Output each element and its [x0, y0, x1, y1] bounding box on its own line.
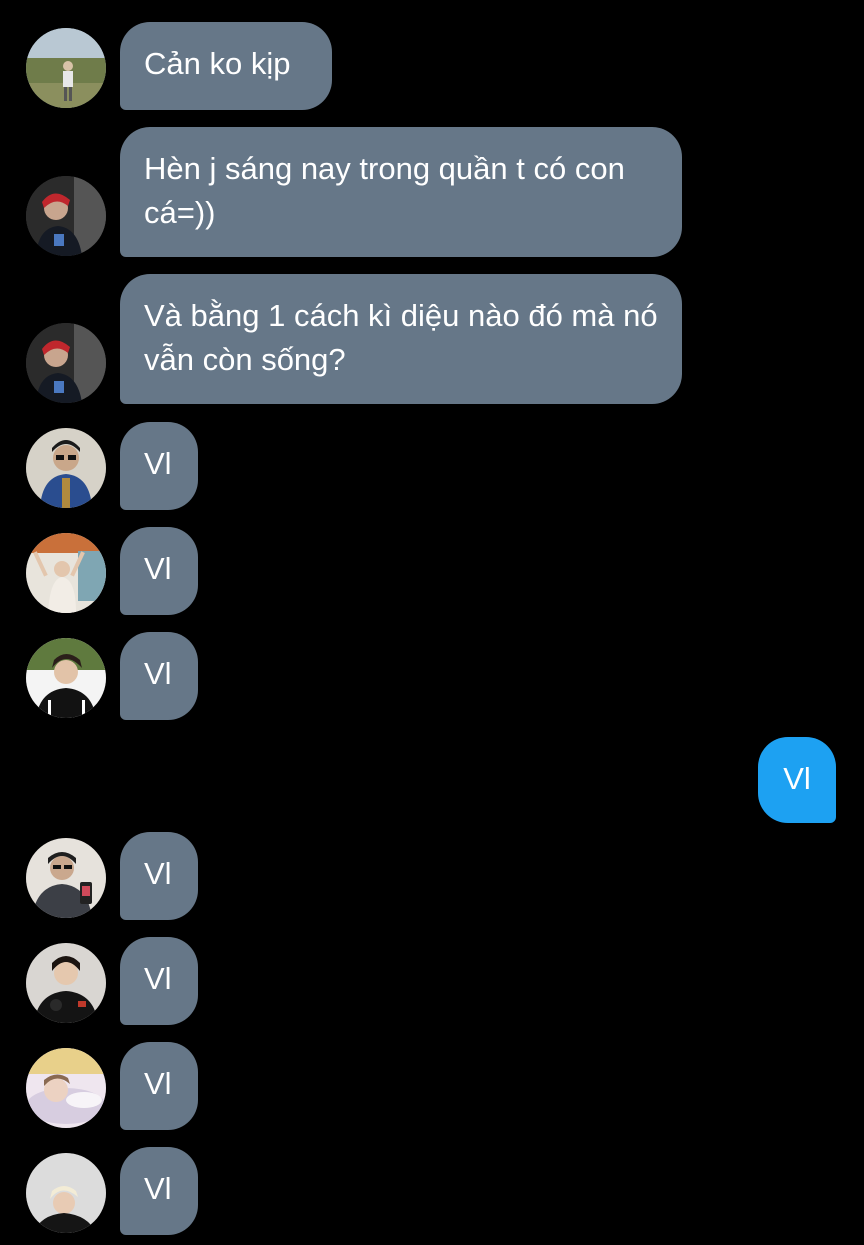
message-row: Vl: [0, 832, 864, 920]
message-bubble[interactable]: Vl: [120, 1042, 198, 1130]
user-avatar[interactable]: [26, 176, 106, 256]
user-avatar[interactable]: [26, 838, 106, 918]
user-avatar[interactable]: [26, 1153, 106, 1233]
message-bubble[interactable]: Vl: [120, 632, 198, 720]
message-row: Cản ko kịp: [0, 22, 864, 110]
avatar-dark-jacket: [26, 638, 106, 718]
message-bubble[interactable]: Cản ko kịp: [120, 22, 332, 110]
avatar-lying-down: [26, 1048, 106, 1128]
message-bubble[interactable]: Vl: [120, 422, 198, 510]
message-bubble[interactable]: Vl: [120, 527, 198, 615]
message-row: Vl: [0, 422, 864, 510]
user-avatar[interactable]: [26, 943, 106, 1023]
message-row-outgoing: Vl: [0, 737, 864, 823]
message-row: Hèn j sáng nay trong quần t có con cá=)): [0, 127, 864, 257]
chat-thread[interactable]: Cản ko kịp Hèn j sáng nay trong quần t c…: [0, 0, 864, 1245]
avatar-black-outfit: [26, 943, 106, 1023]
avatar-landscape-standing: [26, 28, 106, 108]
user-avatar[interactable]: [26, 28, 106, 108]
message-row: Vl: [0, 632, 864, 720]
user-avatar[interactable]: [26, 533, 106, 613]
message-bubble[interactable]: Vl: [120, 832, 198, 920]
avatar-red-hair: [26, 176, 106, 256]
avatar-arms-raised: [26, 533, 106, 613]
avatar-sunglasses-denim: [26, 428, 106, 508]
message-bubble[interactable]: Vl: [120, 937, 198, 1025]
message-bubble-outgoing[interactable]: Vl: [758, 737, 836, 823]
avatar-blonde-hair: [26, 1153, 106, 1233]
user-avatar[interactable]: [26, 323, 106, 403]
avatar-phone-selfie: [26, 838, 106, 918]
message-row: Vl: [0, 937, 864, 1025]
message-bubble[interactable]: Hèn j sáng nay trong quần t có con cá=)): [120, 127, 682, 257]
message-row: Và bằng 1 cách kì diệu nào đó mà nó vẫn …: [0, 274, 864, 404]
user-avatar[interactable]: [26, 428, 106, 508]
message-bubble[interactable]: Và bằng 1 cách kì diệu nào đó mà nó vẫn …: [120, 274, 682, 404]
user-avatar[interactable]: [26, 1048, 106, 1128]
message-row: Vl: [0, 1042, 864, 1130]
message-row: Vl: [0, 1147, 864, 1235]
message-bubble[interactable]: Vl: [120, 1147, 198, 1235]
avatar-red-hair: [26, 323, 106, 403]
user-avatar[interactable]: [26, 638, 106, 718]
message-row: Vl: [0, 527, 864, 615]
